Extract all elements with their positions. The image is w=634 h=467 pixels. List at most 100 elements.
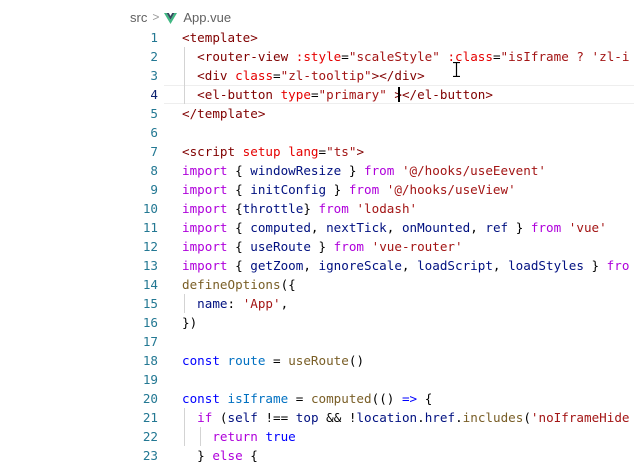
code-token: <div	[197, 68, 228, 83]
code-text[interactable]: name: 'App',	[182, 294, 288, 313]
code-line[interactable]: 13 import { getZoom, ignoreScale, loadScr…	[114, 256, 634, 275]
code-line[interactable]: 22 return true	[114, 427, 634, 446]
code-token: true	[265, 429, 296, 444]
code-token: ,	[386, 220, 402, 235]
code-token: ,	[280, 296, 289, 311]
breadcrumb-separator: >	[152, 10, 160, 24]
code-editor[interactable]: src > App.vue 1 <template> 2 <router-view …	[114, 0, 634, 467]
code-text[interactable]: } else {	[182, 446, 258, 465]
line-number: 12	[142, 239, 158, 254]
code-token: <template>	[182, 30, 258, 45]
breadcrumb-folder[interactable]: src	[130, 10, 147, 25]
code-line[interactable]: 6	[114, 123, 634, 142]
line-number: 20	[142, 391, 158, 406]
code-token: (	[212, 410, 228, 425]
code-token: =	[318, 144, 327, 159]
code-token: ,	[303, 258, 319, 273]
code-line[interactable]: 7 <script setup lang="ts">	[114, 142, 634, 161]
code-line[interactable]: 1 <template>	[114, 28, 634, 47]
code-line[interactable]: 18 const route = useRoute()	[114, 351, 634, 370]
code-line[interactable]: 20 const isIframe = computed(() => {	[114, 389, 634, 408]
line-number: 23	[142, 448, 158, 463]
code-token: }	[508, 220, 531, 235]
code-token: "zl-tooltip"	[280, 68, 372, 83]
line-number: 5	[150, 106, 158, 121]
code-line[interactable]: 10 import {throttle} from 'lodash'	[114, 199, 634, 218]
code-line[interactable]: 23 } else {	[114, 446, 634, 465]
code-text[interactable]: import { computed, nextTick, onMounted, …	[182, 218, 607, 237]
code-line[interactable]: 16})	[114, 313, 634, 332]
code-token: 'vue-router'	[371, 239, 463, 254]
code-text[interactable]: const route = useRoute()	[182, 351, 364, 370]
code-token: from	[333, 239, 365, 254]
code-token: 'App'	[242, 296, 281, 311]
code-text[interactable]: import { windowResize } from '@/hooks/us…	[182, 161, 546, 180]
code-token: {	[242, 448, 258, 463]
code-token: ></el-button>	[394, 87, 493, 102]
code-line[interactable]: 14 defineOptions({	[114, 275, 634, 294]
code-token: ignoreScale	[318, 258, 402, 273]
code-token: }	[341, 163, 364, 178]
code-text[interactable]: <div class="zl-tooltip"></div>	[182, 66, 425, 85]
code-text[interactable]: <el-button type="primary" ></el-button>	[182, 85, 493, 104]
code-token: =	[288, 391, 311, 406]
breadcrumb-file[interactable]: App.vue	[183, 10, 231, 25]
code-token: ({	[280, 277, 296, 292]
code-token: top	[295, 410, 319, 425]
code-token: {	[227, 239, 251, 254]
code-token: <router-view	[197, 49, 289, 64]
code-token: </template>	[182, 106, 266, 121]
code-token: import	[182, 182, 228, 197]
code-text[interactable]: import { getZoom, ignoreScale, loadScrip…	[182, 256, 629, 275]
code-line[interactable]: 9 import { initConfig } from '@/hooks/use…	[114, 180, 634, 199]
code-text[interactable]: })	[182, 313, 197, 332]
code-token: ,	[401, 258, 418, 273]
code-line[interactable]: 11 import { computed, nextTick, onMounted…	[114, 218, 634, 237]
line-number: 6	[150, 125, 158, 140]
code-token: const	[182, 391, 220, 406]
code-token: self	[227, 410, 258, 425]
code-line[interactable]: 8 import { windowResize } from '@/hooks/u…	[114, 161, 634, 180]
code-line[interactable]: 21 if (self !== top && !location.href.in…	[114, 408, 634, 427]
code-text[interactable]: <template>	[182, 28, 258, 47]
code-line[interactable]: 19	[114, 370, 634, 389]
code-text[interactable]: return true	[182, 427, 296, 446]
code-token: "scaleStyle"	[348, 49, 440, 64]
code-line[interactable]: 4 <el-button type="primary" ></el-button…	[114, 85, 634, 104]
code-token: <el-button	[197, 87, 273, 102]
code-token: setup	[242, 144, 281, 159]
code-token: if	[197, 410, 213, 425]
code-text[interactable]: <script setup lang="ts">	[182, 142, 364, 161]
code-lines[interactable]: 1 <template> 2 <router-view :style="scaleS…	[114, 28, 634, 465]
code-text[interactable]: if (self !== top && !location.href.inclu…	[182, 408, 629, 427]
line-number: 11	[142, 220, 158, 235]
line-number: 8	[150, 163, 158, 178]
code-text[interactable]: import { useRoute } from 'vue-router'	[182, 237, 463, 256]
code-token: return	[212, 429, 258, 444]
code-line[interactable]: 3 <div class="zl-tooltip"></div>	[114, 66, 634, 85]
code-token: {	[417, 391, 433, 406]
code-line[interactable]: 2 <router-view :style="scaleStyle" :clas…	[114, 47, 634, 66]
code-text[interactable]: <router-view :style="scaleStyle" :class=…	[182, 47, 629, 66]
code-text[interactable]: </template>	[182, 104, 265, 123]
code-text[interactable]: const isIframe = computed(() => {	[182, 389, 432, 408]
code-line[interactable]: 5 </template>	[114, 104, 634, 123]
code-token: includes	[462, 410, 524, 425]
code-token: ,	[470, 220, 486, 235]
code-text[interactable]: import { initConfig } from '@/hooks/useV…	[182, 180, 516, 199]
code-text[interactable]: defineOptions({	[182, 275, 296, 294]
code-token: '@/hooks/useEevent'	[401, 163, 546, 178]
left-panel	[0, 0, 114, 467]
code-line[interactable]: 17	[114, 332, 634, 351]
code-token: from	[364, 163, 395, 178]
code-line[interactable]: 12 import { useRoute } from 'vue-router'	[114, 237, 634, 256]
code-text[interactable]: import {throttle} from 'lodash'	[182, 199, 417, 218]
code-token: }	[326, 182, 349, 197]
code-line[interactable]: 15 name: 'App',	[114, 294, 634, 313]
